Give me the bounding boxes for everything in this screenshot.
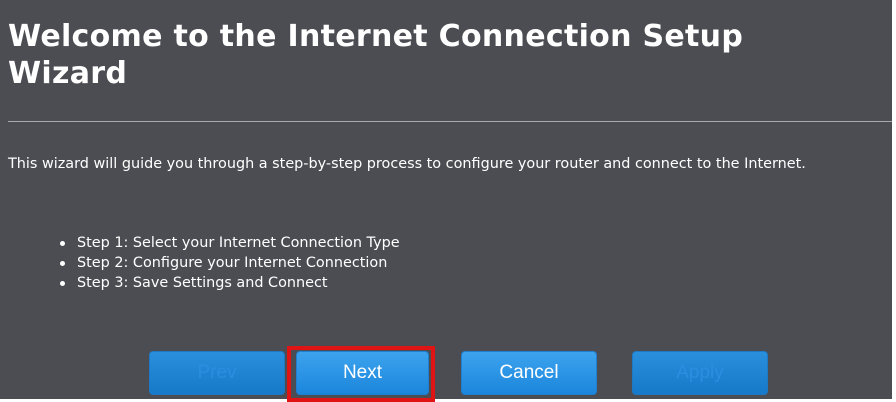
title-divider bbox=[8, 121, 892, 122]
next-button[interactable]: Next bbox=[296, 351, 429, 395]
wizard-steps-list: Step 1: Select your Internet Connection … bbox=[54, 233, 400, 293]
wizard-step-1: Step 1: Select your Internet Connection … bbox=[54, 233, 400, 253]
wizard-step-2: Step 2: Configure your Internet Connecti… bbox=[54, 253, 400, 273]
wizard-intro-text: This wizard will guide you through a ste… bbox=[8, 156, 806, 172]
wizard-title: Welcome to the Internet Connection Setup… bbox=[8, 19, 744, 91]
cancel-button[interactable]: Cancel bbox=[461, 351, 597, 395]
setup-wizard-panel: Welcome to the Internet Connection Setup… bbox=[0, 0, 892, 399]
wizard-step-3: Step 3: Save Settings and Connect bbox=[54, 273, 400, 293]
prev-button[interactable]: Prev bbox=[149, 351, 285, 395]
apply-button[interactable]: Apply bbox=[632, 351, 768, 395]
